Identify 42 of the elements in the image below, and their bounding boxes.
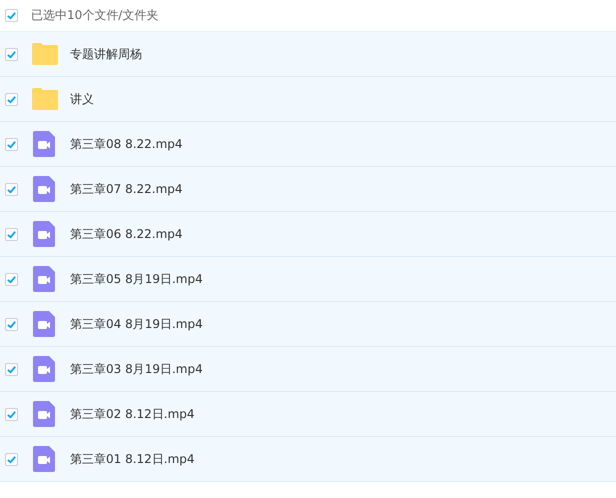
file-row[interactable]: 第三章06 8.22.mp4 [0,212,616,257]
select-all-checkbox[interactable] [5,9,18,22]
selection-count: 已选中10个文件/文件夹 [31,7,158,24]
video-file-icon [33,356,55,382]
file-name: 第三章04 8月19日.mp4 [70,316,203,332]
video-file-icon [33,311,55,337]
file-name: 第三章08 8.22.mp4 [70,136,183,152]
video-file-icon [33,446,55,472]
video-file-icon [33,401,55,427]
folder-icon [31,87,59,111]
file-row[interactable]: 第三章01 8.12日.mp4 [0,437,616,482]
file-name: 第三章03 8月19日.mp4 [70,360,203,378]
file-row[interactable]: 讲义 [0,77,616,122]
file-row[interactable]: 专题讲解周杨 [0,32,616,77]
file-row[interactable]: 第三章07 8.22.mp4 [0,167,616,212]
file-checkbox[interactable] [5,318,18,330]
video-file-icon [33,131,55,157]
file-name: 专题讲解周杨 [70,46,142,62]
file-row[interactable]: 第三章04 8月19日.mp4 [0,302,616,347]
file-row[interactable]: 第三章05 8月19日.mp4 [0,257,616,302]
file-name: 第三章01 8.12日.mp4 [70,450,195,468]
file-name: 第三章07 8.22.mp4 [70,180,183,198]
file-checkbox[interactable] [5,182,18,196]
file-checkbox[interactable] [5,48,18,60]
file-name: 第三章05 8月19日.mp4 [70,270,203,288]
file-checkbox[interactable] [5,228,18,240]
video-file-icon [33,221,55,247]
file-name: 第三章06 8.22.mp4 [70,226,183,242]
file-name: 讲义 [70,90,94,108]
file-row[interactable]: 第三章08 8.22.mp4 [0,122,616,167]
file-name: 第三章02 8.12日.mp4 [70,406,195,422]
file-checkbox[interactable] [5,272,18,286]
file-checkbox[interactable] [5,452,18,466]
file-checkbox[interactable] [5,408,18,420]
file-row[interactable]: 第三章02 8.12日.mp4 [0,392,616,437]
file-row[interactable]: 第三章03 8月19日.mp4 [0,347,616,392]
file-checkbox[interactable] [5,92,18,106]
video-file-icon [33,176,55,202]
file-checkbox[interactable] [5,362,18,376]
video-file-icon [33,266,55,292]
file-checkbox[interactable] [5,138,18,150]
folder-icon [31,42,59,66]
